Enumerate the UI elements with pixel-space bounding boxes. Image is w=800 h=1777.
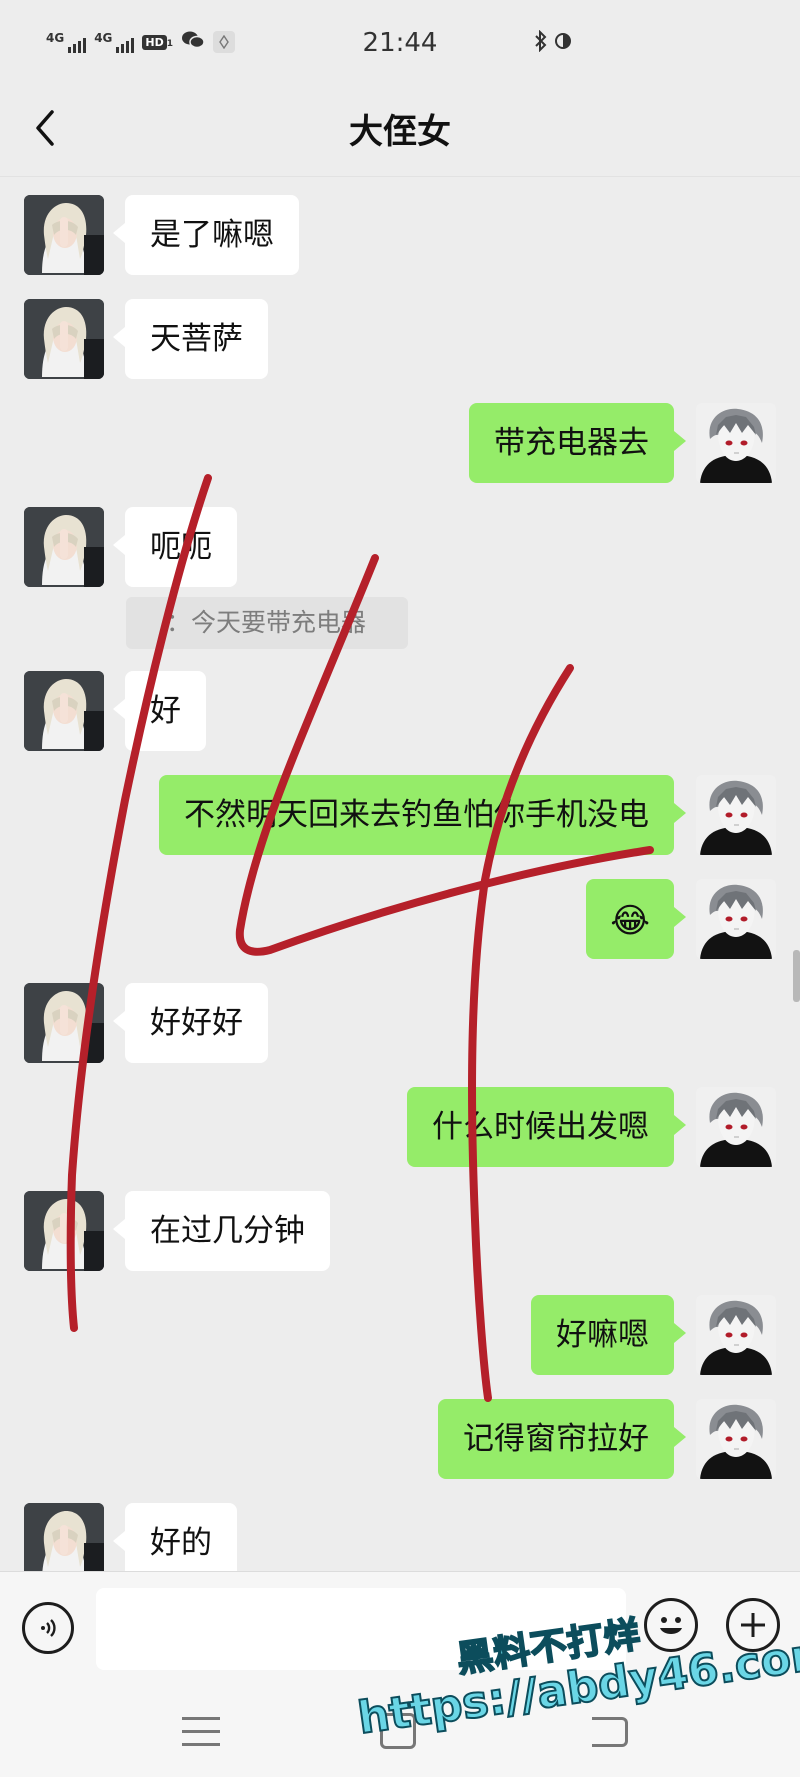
avatar[interactable] [24,195,104,275]
message-bubble[interactable]: 好好好 [113,983,268,1063]
status-right [534,29,572,57]
message-bubble[interactable]: 😂 [586,879,686,959]
message-received: 天菩萨 [0,299,800,379]
avatar[interactable] [696,403,776,483]
avatar[interactable] [696,1399,776,1479]
message-received: 好的 [0,1503,800,1571]
message-bubble[interactable]: 好的 [113,1503,237,1571]
message-bubble[interactable]: 在过几分钟 [113,1191,330,1271]
message-sent: 带充电器去 [0,403,800,483]
battery-icon [554,30,572,57]
nav-bar: 大侄女 [0,80,800,177]
message-received: 呃呃 [0,507,800,587]
avatar[interactable] [24,1191,104,1271]
message-received: 好 [0,671,800,751]
watermark: 黑料不打烊 https://abdy46.com [346,1600,800,1745]
message-sent: 😂 [0,879,800,959]
scrollbar-thumb[interactable] [793,950,800,1002]
voice-icon [41,1619,56,1637]
avatar[interactable] [696,879,776,959]
message-bubble[interactable]: 不然明天回来去钓鱼怕你手机没电 [159,775,686,855]
avatar[interactable] [696,1087,776,1167]
status-bar: 4G 4G HD 1 21:44 [0,0,800,80]
avatar[interactable] [24,507,104,587]
message-bubble[interactable]: 是了嘛嗯 [113,195,299,275]
chat-title: 大侄女 [349,112,451,152]
message-bubble[interactable]: 好 [113,671,206,751]
message-sent: 好嘛嗯 [0,1295,800,1375]
status-time: 21:44 [362,28,438,58]
bluetooth-icon [534,29,548,57]
message-received: 在过几分钟 [0,1191,800,1271]
message-sent: 不然明天回来去钓鱼怕你手机没电 [0,775,800,855]
avatar[interactable] [24,299,104,379]
message-bubble[interactable]: 呃呃 [113,507,237,587]
quote-text: 今天要带充电器 [191,608,367,637]
avatar[interactable] [696,775,776,855]
quote-prefix: ： [166,608,192,637]
menu-icon[interactable] [182,1717,220,1747]
avatar[interactable] [696,1295,776,1375]
avatar[interactable] [24,983,104,1063]
avatar[interactable] [24,1503,104,1571]
chat-area[interactable]: 是了嘛嗯 天菩萨 带充电器去 呃呃 ：今天要带充电器 好 不然明天回来去钓鱼怕你… [0,177,800,1571]
quoted-message[interactable]: ：今天要带充电器 [126,597,408,649]
voice-button[interactable] [22,1602,74,1654]
laugh-cry-emoji: 😂 [610,900,650,941]
message-bubble[interactable]: 好嘛嗯 [531,1295,686,1375]
message-sent: 什么时候出发嗯 [0,1087,800,1167]
avatar[interactable] [24,671,104,751]
message-received: 好好好 [0,983,800,1063]
message-bubble[interactable]: 带充电器去 [469,403,686,483]
message-bubble[interactable]: 天菩萨 [113,299,268,379]
message-sent: 记得窗帘拉好 [0,1399,800,1479]
message-bubble[interactable]: 什么时候出发嗯 [407,1087,686,1167]
message-bubble[interactable]: 记得窗帘拉好 [438,1399,686,1479]
message-received: 是了嘛嗯 [0,195,800,275]
